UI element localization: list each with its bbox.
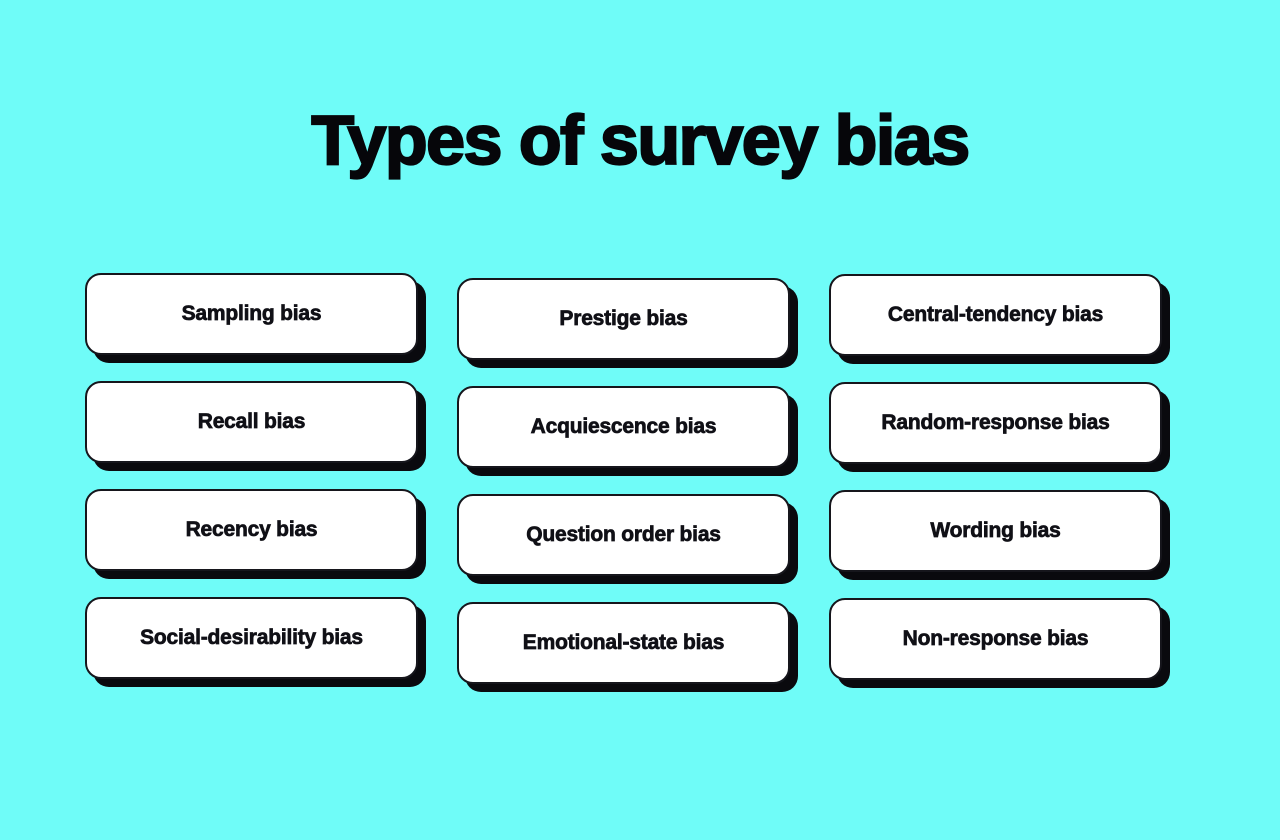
card-slot: Random-response bias (829, 382, 1162, 490)
bias-card-random-response-bias[interactable]: Random-response bias (829, 382, 1162, 464)
bias-card-label: Prestige bias (559, 307, 688, 331)
bias-card-central-tendency-bias[interactable]: Central-tendency bias (829, 274, 1162, 356)
card-slot: Emotional-state bias (457, 602, 790, 710)
infographic-page: Types of survey bias Sampling bias Recal… (0, 0, 1280, 840)
bias-card-emotional-state-bias[interactable]: Emotional-state bias (457, 602, 790, 684)
card-slot: Acquiescence bias (457, 386, 790, 494)
bias-card-label: Non-response bias (902, 627, 1089, 651)
card-slot: Question order bias (457, 494, 790, 602)
bias-card-label: Acquiescence bias (530, 415, 717, 439)
bias-card-label: Wording bias (930, 519, 1061, 543)
card-slot: Recency bias (85, 489, 418, 597)
bias-card-recency-bias[interactable]: Recency bias (85, 489, 418, 571)
bias-card-label: Recall bias (197, 410, 306, 434)
card-slot: Sampling bias (85, 273, 418, 381)
bias-card-label: Central-tendency bias (887, 303, 1104, 327)
bias-card-wording-bias[interactable]: Wording bias (829, 490, 1162, 572)
bias-card-label: Recency bias (185, 518, 318, 542)
card-slot: Social-desirability bias (85, 597, 418, 705)
bias-card-label: Random-response bias (881, 411, 1110, 435)
card-slot: Wording bias (829, 490, 1162, 598)
card-slot: Non-response bias (829, 598, 1162, 706)
bias-card-recall-bias[interactable]: Recall bias (85, 381, 418, 463)
bias-card-label: Social-desirability bias (140, 626, 364, 650)
bias-column-1: Sampling bias Recall bias Recency bias S… (85, 273, 418, 705)
bias-card-label: Question order bias (526, 523, 721, 547)
bias-column-3: Central-tendency bias Random-response bi… (829, 274, 1162, 706)
bias-card-sampling-bias[interactable]: Sampling bias (85, 273, 418, 355)
bias-card-acquiescence-bias[interactable]: Acquiescence bias (457, 386, 790, 468)
card-slot: Recall bias (85, 381, 418, 489)
bias-card-label: Sampling bias (181, 302, 322, 326)
bias-card-prestige-bias[interactable]: Prestige bias (457, 278, 790, 360)
bias-card-social-desirability-bias[interactable]: Social-desirability bias (85, 597, 418, 679)
bias-card-non-response-bias[interactable]: Non-response bias (829, 598, 1162, 680)
card-slot: Central-tendency bias (829, 274, 1162, 382)
page-title: Types of survey bias (310, 100, 971, 179)
bias-card-question-order-bias[interactable]: Question order bias (457, 494, 790, 576)
bias-card-label: Emotional-state bias (522, 631, 725, 655)
bias-column-2: Prestige bias Acquiescence bias Question… (457, 278, 790, 710)
card-slot: Prestige bias (457, 278, 790, 386)
